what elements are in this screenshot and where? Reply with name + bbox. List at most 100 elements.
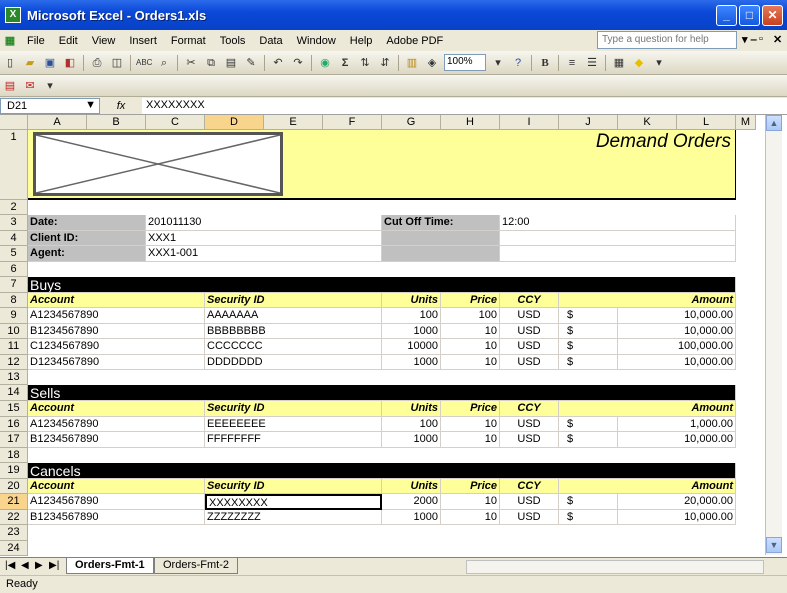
column-header[interactable]: A xyxy=(28,115,87,130)
row-header[interactable]: 17 xyxy=(0,432,28,448)
row-header[interactable]: 10 xyxy=(0,323,28,340)
doc-restore-icon[interactable]: ▫ xyxy=(759,33,763,45)
autosum-icon[interactable]: Σ xyxy=(337,55,353,71)
ask-question-input[interactable]: Type a question for help xyxy=(597,31,737,49)
units-col-header[interactable]: Units xyxy=(382,293,441,309)
currency-symbol-cell[interactable]: $ xyxy=(559,354,618,370)
function-icon[interactable]: fx xyxy=(100,100,142,112)
row-header[interactable]: 12 xyxy=(0,354,28,370)
doc-minimize-icon[interactable]: ▾ ‒ xyxy=(742,33,757,46)
column-header[interactable]: D xyxy=(205,115,264,130)
ccy-cell[interactable]: USD xyxy=(500,323,559,340)
price-cell[interactable]: 10 xyxy=(441,416,500,433)
security-cell[interactable]: EEEEEEEE xyxy=(205,416,382,433)
row-header[interactable]: 22 xyxy=(0,509,28,526)
row-header[interactable]: 23 xyxy=(0,525,28,541)
account-cell[interactable]: A1234567890 xyxy=(28,494,205,510)
row-header[interactable]: 15 xyxy=(0,401,28,417)
menu-edit[interactable]: Edit xyxy=(52,35,85,47)
units-cell[interactable]: 2000 xyxy=(382,494,441,510)
row-header[interactable]: 3 xyxy=(0,215,28,231)
undo-icon[interactable]: ↶ xyxy=(270,55,286,71)
price-col-header[interactable]: Price xyxy=(441,479,500,495)
client-label[interactable]: Client ID: xyxy=(28,230,146,247)
security-cell[interactable]: XXXXXXXX xyxy=(205,494,382,510)
security-cell[interactable]: FFFFFFFF xyxy=(205,432,382,448)
convert-to-pdf-icon[interactable]: ▤ xyxy=(2,78,18,94)
column-header[interactable]: F xyxy=(323,115,382,130)
workbook-icon[interactable]: ▦ xyxy=(2,33,18,49)
toolbar-options-icon[interactable]: ▾ xyxy=(651,55,667,71)
row-header[interactable]: 14 xyxy=(0,385,28,402)
units-cell[interactable]: 1000 xyxy=(382,323,441,340)
row-header[interactable]: 9 xyxy=(0,308,28,324)
sheet-tab-orders-fmt-1[interactable]: Orders-Fmt-1 xyxy=(66,558,154,574)
help-icon[interactable]: ? xyxy=(510,55,526,71)
convert-and-email-icon[interactable]: ✉ xyxy=(22,78,38,94)
units-col-header[interactable]: Units xyxy=(382,401,441,417)
research-icon[interactable]: ⌕ xyxy=(156,55,172,71)
row-header[interactable]: 16 xyxy=(0,416,28,433)
close-button[interactable]: ✕ xyxy=(762,5,783,26)
cutoff-fill[interactable] xyxy=(382,246,500,262)
account-cell[interactable]: B1234567890 xyxy=(28,432,205,448)
minimize-button[interactable]: _ xyxy=(716,5,737,26)
account-cell[interactable]: B1234567890 xyxy=(28,509,205,526)
doc-close-icon[interactable]: ✕ xyxy=(773,33,782,46)
format-painter-icon[interactable]: ✎ xyxy=(243,55,259,71)
row-header[interactable]: 6 xyxy=(0,261,28,277)
column-header[interactable]: L xyxy=(677,115,736,130)
row-header[interactable]: 5 xyxy=(0,246,28,262)
row-header[interactable]: 13 xyxy=(0,370,28,386)
next-sheet-icon[interactable]: ▶ xyxy=(35,560,43,571)
units-cell[interactable]: 100 xyxy=(382,416,441,433)
ccy-col-header[interactable]: CCY xyxy=(500,293,559,309)
open-icon[interactable]: ▰ xyxy=(22,55,38,71)
security-cell[interactable]: BBBBBBBB xyxy=(205,323,382,340)
align-right-icon[interactable]: ☰ xyxy=(584,55,600,71)
price-cell[interactable]: 10 xyxy=(441,432,500,448)
currency-symbol-cell[interactable]: $ xyxy=(559,339,618,355)
sort-descending-icon[interactable]: ⇵ xyxy=(377,55,393,71)
ccy-cell[interactable]: USD xyxy=(500,509,559,526)
units-col-header[interactable]: Units xyxy=(382,479,441,495)
security-col-header[interactable]: Security ID xyxy=(205,479,382,495)
units-cell[interactable]: 100 xyxy=(382,308,441,324)
units-cell[interactable]: 1000 xyxy=(382,509,441,526)
column-header[interactable]: B xyxy=(87,115,146,130)
redo-icon[interactable]: ↷ xyxy=(290,55,306,71)
row-header[interactable]: 1 xyxy=(0,130,28,200)
menu-help[interactable]: Help xyxy=(343,35,380,47)
amount-cell[interactable]: 10,000.00 xyxy=(618,354,736,370)
account-cell[interactable]: A1234567890 xyxy=(28,416,205,433)
scroll-up-icon[interactable]: ▲ xyxy=(766,115,782,131)
formula-input[interactable]: XXXXXXXX xyxy=(142,97,787,114)
column-header[interactable]: K xyxy=(618,115,677,130)
align-center-icon[interactable]: ≡ xyxy=(564,55,580,71)
security-col-header[interactable]: Security ID xyxy=(205,401,382,417)
account-col-header[interactable]: Account xyxy=(28,479,205,495)
currency-symbol-cell[interactable]: $ xyxy=(559,416,618,433)
vertical-scrollbar[interactable]: ▲ ▼ xyxy=(765,115,782,555)
drawing-icon[interactable]: ◈ xyxy=(424,55,440,71)
column-header[interactable]: G xyxy=(382,115,441,130)
ccy-cell[interactable]: USD xyxy=(500,494,559,510)
ccy-cell[interactable]: USD xyxy=(500,354,559,370)
cell[interactable] xyxy=(500,230,736,247)
date-value[interactable]: 201011130 xyxy=(146,215,382,231)
save-icon[interactable]: ▣ xyxy=(42,55,58,71)
amount-cell[interactable]: 20,000.00 xyxy=(618,494,736,510)
zoom-dropdown-icon[interactable]: ▾ xyxy=(490,55,506,71)
account-col-header[interactable]: Account xyxy=(28,293,205,309)
maximize-button[interactable]: □ xyxy=(739,5,760,26)
print-preview-icon[interactable]: ◫ xyxy=(109,55,125,71)
ccy-cell[interactable]: USD xyxy=(500,308,559,324)
cut-icon[interactable]: ✂ xyxy=(183,55,199,71)
cutoff-value[interactable]: 12:00 xyxy=(500,215,736,231)
paste-icon[interactable]: ▤ xyxy=(223,55,239,71)
date-label[interactable]: Date: xyxy=(28,215,146,231)
new-icon[interactable]: ▯ xyxy=(2,55,18,71)
zoom-select[interactable]: 100% xyxy=(444,54,486,71)
currency-symbol-cell[interactable]: $ xyxy=(559,509,618,526)
amount-col-header[interactable]: Amount xyxy=(559,479,736,495)
